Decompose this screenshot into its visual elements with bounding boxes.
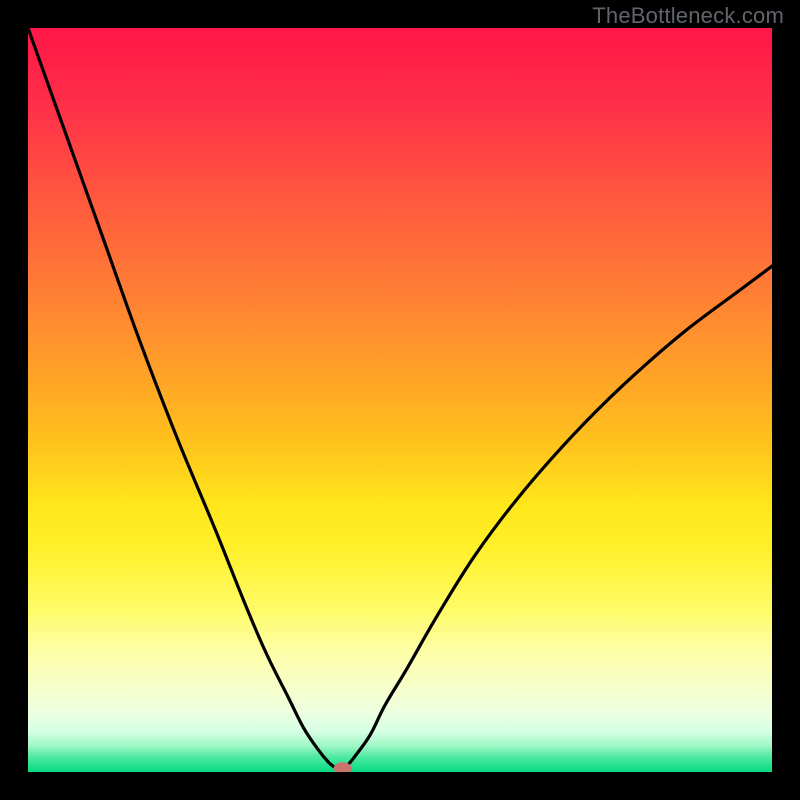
bottleneck-curve	[28, 28, 772, 772]
watermark-text: TheBottleneck.com	[592, 3, 784, 29]
plot-area	[28, 28, 772, 772]
chart-frame: TheBottleneck.com	[0, 0, 800, 800]
curve-path	[28, 28, 772, 769]
